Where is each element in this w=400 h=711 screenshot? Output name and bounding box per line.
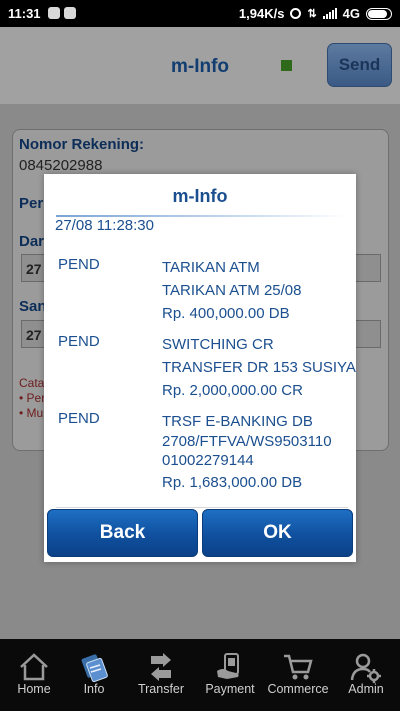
status-time: 11:31: [8, 6, 41, 21]
info-icon: [81, 654, 108, 683]
dialog-title: m-Info: [172, 186, 228, 206]
dialog-content[interactable]: 27/08 11:28:30 PEND TARIKAN ATM TARIKAN …: [44, 217, 356, 507]
note-line-1: • Per: [19, 391, 46, 405]
battery-icon: [366, 7, 392, 20]
nav-item-home[interactable]: Home: [1, 639, 67, 711]
transaction-description: TRSF E-BANKING DB: [162, 413, 313, 430]
data-arrows-icon: ⇅: [307, 8, 317, 20]
note-title: Cata: [19, 376, 45, 390]
nav-label-home: Home: [17, 682, 51, 696]
minfo-dialog: m-Info 27/08 11:28:30 PEND TARIKAN ATM T…: [44, 174, 356, 562]
status-right: 1,94K/s ⇅ 4G: [239, 6, 392, 21]
payment-icon: [217, 653, 239, 679]
nav-item-admin[interactable]: Admin: [333, 639, 399, 711]
nav-item-commerce[interactable]: Commerce: [265, 639, 331, 711]
transaction-amount: Rp. 400,000.00 DB: [162, 305, 290, 322]
network-speed: 1,94K/s: [238, 6, 285, 21]
nav-label-payment: Payment: [205, 682, 255, 696]
note-line-2: • Mu: [19, 406, 44, 420]
transaction-description: TARIKAN ATM: [162, 259, 260, 276]
transfer-icon: [151, 653, 171, 681]
admin-icon: [350, 653, 381, 683]
cart-icon: [284, 654, 313, 680]
nav-label-info: Info: [83, 682, 105, 696]
period-label: Per: [19, 195, 44, 212]
ok-button[interactable]: OK: [202, 509, 353, 557]
dialog-bottom-divider: [56, 507, 348, 508]
nav-item-payment[interactable]: Payment: [197, 639, 263, 711]
send-button[interactable]: Send: [327, 43, 392, 87]
transaction-description: SWITCHING CR: [162, 336, 274, 353]
transaction-amount: Rp. 2,000,000.00 CR: [162, 382, 303, 399]
transaction-detail: 01002279144: [162, 452, 254, 469]
nav-item-transfer[interactable]: Transfer: [128, 639, 194, 711]
status-bar: 11:31 1,94K/s ⇅ 4G: [0, 0, 400, 27]
transaction-code: PEND: [58, 410, 100, 427]
back-button[interactable]: Back: [47, 509, 198, 557]
network-type: 4G: [342, 6, 360, 21]
whatsapp-icon: [48, 7, 60, 19]
transaction-detail: TARIKAN ATM 25/08: [162, 282, 302, 299]
alarm-icon: [290, 8, 302, 19]
account-value: 0845202988: [19, 157, 103, 174]
nav-label-commerce: Commerce: [267, 682, 329, 696]
bottom-nav: Home Info Transfer Payment Commerce Admi…: [0, 639, 400, 711]
nav-label-admin: Admin: [348, 682, 384, 696]
account-label: Nomor Rekening:: [19, 136, 145, 153]
transaction-code: PEND: [58, 333, 100, 350]
android-icon: [64, 7, 76, 19]
app-header: m-Info Send: [0, 27, 400, 104]
dialog-date: 27/08 11:28:30: [55, 217, 154, 234]
home-icon: [20, 653, 48, 681]
from-date-label: Dar: [19, 233, 45, 250]
connection-status-indicator: [281, 60, 292, 71]
nav-label-transfer: Transfer: [137, 682, 185, 696]
nav-item-info[interactable]: Info: [61, 639, 127, 711]
signal-icon: [322, 8, 337, 19]
transaction-amount: Rp. 1,683,000.00 DB: [162, 474, 303, 491]
transaction-code: PEND: [58, 256, 100, 273]
transaction-detail: 2708/FTFVA/WS9503110: [162, 433, 332, 450]
transaction-detail: TRANSFER DR 153 SUSIYA: [162, 359, 356, 376]
to-date-label: San: [19, 298, 47, 315]
